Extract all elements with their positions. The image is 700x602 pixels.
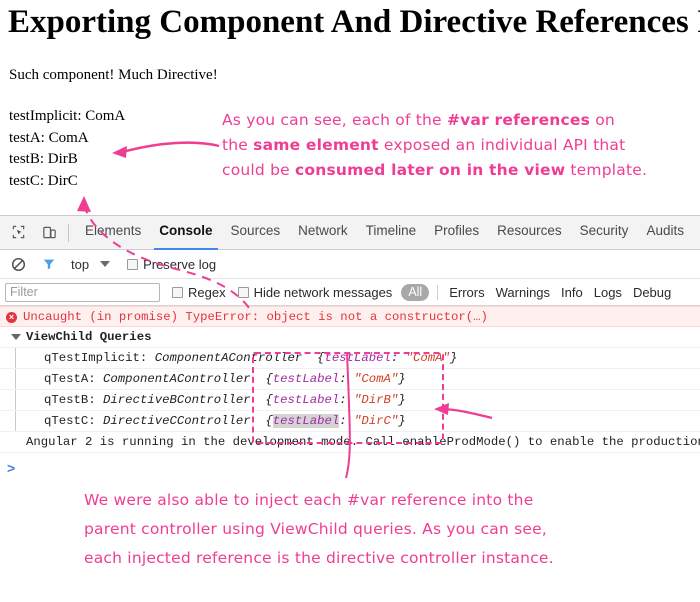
level-filter-all[interactable]: All [401,283,430,301]
hide-network-messages-checkbox[interactable] [237,286,249,298]
tab-resources[interactable]: Resources [488,216,571,250]
console-message-list: × Uncaught (in promise) TypeError: objec… [0,306,700,477]
entry-value: "DirC" [353,414,399,428]
level-filter-debug[interactable]: Debug [633,285,671,300]
page-title: Exporting Component And Directive Refere… [8,4,700,40]
device-toolbar-icon[interactable] [36,220,62,246]
level-filter-info[interactable]: Info [561,285,583,300]
regex-checkbox[interactable] [172,286,183,298]
console-group-entry[interactable]: qTestC: DirectiveCController {testLabel:… [0,411,700,432]
tab-timeline[interactable]: Timeline [357,216,426,250]
console-group-entry[interactable]: qTestB: DirectiveBController {testLabel:… [0,390,700,411]
level-filter-warnings[interactable]: Warnings [496,285,550,300]
console-group-body: qTestImplicit: ComponentAController {tes… [0,348,700,432]
console-group-header[interactable]: ViewChild Queries [0,327,700,348]
entry-value: "DirB" [353,393,399,407]
console-prompt-row[interactable]: > [0,453,700,477]
console-log-text: Angular 2 is running in the development … [26,435,700,449]
list-item: testImplicit: ComA [9,108,126,124]
devtools-tabbar: Elements Console Sources Network Timelin… [0,216,700,250]
entry-constructor: ComponentAController [103,372,251,386]
tab-sources[interactable]: Sources [222,216,290,250]
hide-network-messages-label[interactable]: Hide network messages [254,285,393,300]
preserve-log-checkbox[interactable] [127,258,139,270]
console-group-label: ViewChild Queries [26,330,152,344]
entry-key: qTestC: [44,414,96,428]
entry-object: {testLabel: "ComA"} [258,372,406,386]
entry-property: testLabel [272,372,340,386]
entry-property: testLabel [324,351,391,365]
console-error-row[interactable]: × Uncaught (in promise) TypeError: objec… [0,306,700,327]
entry-object: {testLabel: "DirC"} [258,414,406,428]
tab-security[interactable]: Security [571,216,638,250]
tab-profiles[interactable]: Profiles [425,216,488,250]
var-reference-list: testImplicit: ComA testA: ComA testB: Di… [9,106,125,192]
devtools-panel: Elements Console Sources Network Timelin… [0,215,700,602]
tab-elements[interactable]: Elements [76,216,150,250]
tab-audits[interactable]: Audits [637,216,693,250]
entry-constructor: ComponentAController [154,351,303,365]
console-log-row[interactable]: Angular 2 is running in the development … [0,432,700,453]
console-group-entry[interactable]: qTestA: ComponentAController {testLabel:… [0,369,700,390]
browser-page-region: Exporting Component And Directive Refere… [0,0,700,215]
regex-label[interactable]: Regex [188,285,226,300]
entry-key: qTestA: [44,372,96,386]
clear-console-icon[interactable] [5,251,31,277]
inspect-element-icon[interactable] [5,220,31,246]
entry-key: qTestImplicit: [44,351,148,365]
entry-property: testLabel [272,393,340,407]
preserve-log-label[interactable]: Preserve log [143,257,216,272]
tab-network[interactable]: Network [289,216,357,250]
level-divider [437,284,439,300]
level-filter-errors[interactable]: Errors [449,285,484,300]
prompt-chevron-icon: > [7,460,16,476]
entry-object: {testLabel: "ComA"} [309,351,458,365]
console-group-entry[interactable]: qTestImplicit: ComponentAController {tes… [0,348,700,369]
entry-key: qTestB: [44,393,96,407]
console-actionbar: top Preserve log [0,250,700,279]
level-filter-logs[interactable]: Logs [594,285,622,300]
entry-value: "ComA" [405,351,450,365]
filter-input[interactable] [5,282,160,302]
list-item: testB: DirB [9,151,78,167]
error-badge-icon: × [6,312,17,323]
console-error-text: Uncaught (in promise) TypeError: object … [23,310,488,324]
tab-console[interactable]: Console [150,216,221,250]
entry-object: {testLabel: "DirB"} [258,393,406,407]
entry-property: testLabel [272,414,340,428]
list-item: testA: ComA [9,129,89,146]
console-filterbar: Regex Hide network messages All Errors W… [0,279,700,306]
entry-value: "ComA" [353,372,399,386]
entry-constructor: DirectiveCController [103,414,251,428]
list-item: testC: DirC [9,172,78,189]
toolbar-divider [68,223,69,242]
filter-funnel-icon[interactable] [36,251,62,277]
execution-context-label[interactable]: top [71,257,89,272]
entry-constructor: DirectiveBController [103,393,251,407]
chevron-down-icon[interactable] [100,261,111,267]
page-subtitle: Such component! Much Directive! [9,67,218,83]
chevron-down-icon[interactable] [11,334,21,340]
